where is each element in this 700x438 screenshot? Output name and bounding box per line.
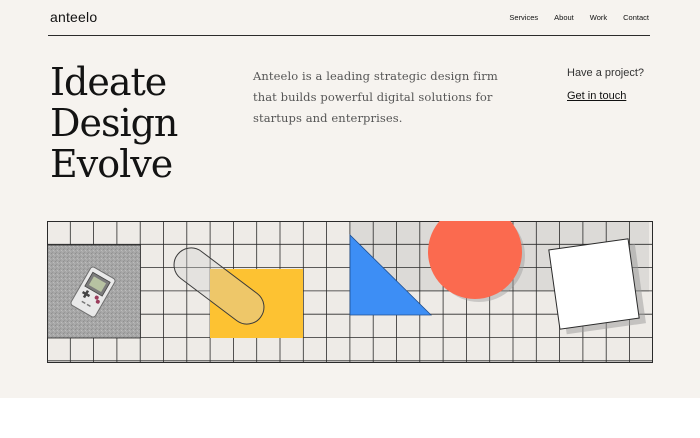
nav-item-about[interactable]: About <box>554 13 574 22</box>
hero-line-design: Design <box>50 101 178 145</box>
get-in-touch-link[interactable]: Get in touch <box>567 90 626 102</box>
white-card <box>548 238 646 335</box>
cta-question: Have a project? <box>567 67 645 79</box>
intro-paragraph: Anteelo is a leading strategic design fi… <box>253 69 498 125</box>
hero-illustration <box>47 221 653 363</box>
main-nav: Services About Work Contact <box>493 13 649 22</box>
header-divider <box>48 35 650 36</box>
nav-item-work[interactable]: Work <box>590 13 607 22</box>
nav-item-services[interactable]: Services <box>509 13 538 22</box>
hero-heading: Ideate Design Evolve <box>50 60 178 186</box>
nav-item-contact[interactable]: Contact <box>623 13 649 22</box>
hero-line-ideate: Ideate <box>50 60 167 104</box>
brand-logo[interactable]: anteelo <box>50 9 97 25</box>
page: anteelo Services About Work Contact Idea… <box>0 0 700 398</box>
hero-line-evolve: Evolve <box>50 142 173 186</box>
illustration-svg <box>47 221 653 363</box>
